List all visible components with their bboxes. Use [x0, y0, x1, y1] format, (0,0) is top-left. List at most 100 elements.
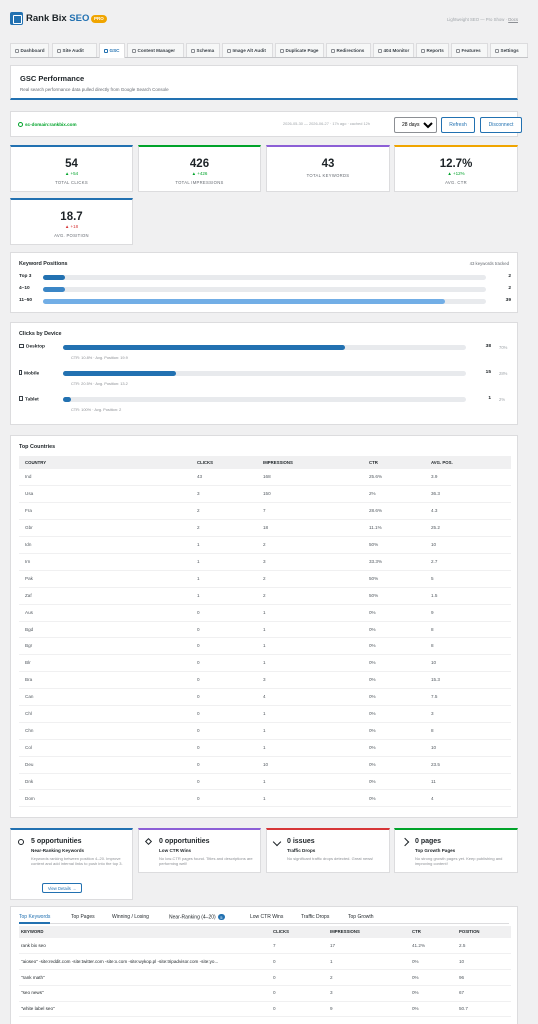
table-cell: 0 [191, 722, 257, 740]
desktop-icon [19, 344, 24, 348]
page: Rank Bix SEO PRO Lightweight SEO — Pro S… [0, 0, 538, 1024]
tab-content-manager[interactable]: Content Manager [127, 43, 184, 57]
table-cell: 0% [363, 654, 425, 673]
tab-image-alt-audit[interactable]: Image Alt Audit [222, 43, 273, 57]
tab-settings[interactable]: Settings [490, 43, 528, 57]
device-label: Tablet [19, 396, 39, 403]
count-badge: 5 [217, 914, 225, 920]
table-cell: Zaf [19, 587, 191, 605]
tab-near-ranking[interactable]: Near-Ranking (4–20) 5 [169, 914, 225, 924]
col-ctr[interactable]: CTR [410, 926, 457, 938]
table-cell: 0% [363, 604, 425, 622]
device-bar [63, 371, 176, 376]
table-cell: 0% [410, 969, 457, 986]
col-avg-pos[interactable]: AVG. POS. [425, 456, 511, 469]
table-row: "white label seo" 0 9 0% 50.7 [19, 1001, 511, 1018]
table-cell: 2 [191, 502, 257, 521]
tab-top-keywords[interactable]: Top Keywords [19, 914, 51, 924]
table-row: Blr 0 1 0% 10 [19, 654, 511, 673]
opportunity-growth-pages: 0 pages Top Growth Pages No strong growt… [394, 828, 518, 873]
col-clicks[interactable]: CLICKS [191, 456, 257, 469]
table-cell: 0 [191, 637, 257, 656]
col-ctr[interactable]: CTR [363, 456, 425, 469]
table-cell: 17 [328, 938, 410, 955]
tab-duplicate-page[interactable]: Duplicate Page [275, 43, 324, 57]
table-cell: 50% [363, 587, 425, 605]
opp-desc: No low-CTR pages found. Titles and descr… [159, 856, 253, 867]
table-cell: 10 [425, 536, 511, 554]
refresh-button[interactable]: Refresh [441, 117, 475, 133]
table-cell: 168 [257, 469, 363, 487]
version-text: Lightweight SEO — Pro Show [447, 17, 505, 22]
tab-label: Near-Ranking (4–20) [169, 914, 216, 921]
table-cell: 10 [425, 739, 511, 757]
device-bar [63, 345, 346, 350]
opp-subtitle: Low CTR Wins [159, 848, 192, 853]
table-cell: 0 [271, 985, 328, 1002]
tab-top-growth[interactable]: Top Growth [348, 914, 374, 924]
col-clicks[interactable]: CLICKS [271, 926, 328, 938]
table-cell: Aus [19, 604, 191, 622]
table-cell: 3 [425, 705, 511, 723]
device-sub: CTR: 100% · Avg. Position: 2 [71, 407, 122, 412]
device-label: Mobile [19, 370, 39, 377]
tab-reports[interactable]: Reports [416, 43, 449, 57]
table-cell: 0% [363, 739, 425, 757]
tab-label: Redirections [336, 48, 365, 53]
col-country[interactable]: COUNTRY [19, 456, 191, 469]
table-cell: 15.3 [425, 671, 511, 690]
tab-traffic-drops[interactable]: Traffic Drops [301, 914, 329, 924]
col-keyword[interactable]: KEYWORD [19, 926, 271, 938]
table-cell: 1 [257, 604, 363, 622]
table-row: Chl 0 1 0% 3 [19, 705, 511, 723]
period-select[interactable]: 7 days28 days90 days [394, 117, 437, 133]
table-row: Can 0 4 0% 7.5 [19, 688, 511, 706]
table-cell: Chl [19, 705, 191, 723]
device-name: Tablet [25, 397, 39, 403]
table-cell: "aioseo" -site:reddit.com -site:twitter.… [19, 953, 271, 971]
tab-features[interactable]: Features [451, 43, 488, 57]
table-cell: 3.9 [425, 469, 511, 487]
tab-schema[interactable]: Schema [186, 43, 220, 57]
table-cell: Chn [19, 722, 191, 740]
opp-title: 0 opportunities [159, 838, 210, 845]
tab-404-monitor[interactable]: 404 Monitor [373, 43, 414, 57]
table-cell: 5 [425, 570, 511, 588]
table-row: Idn 1 2 50% 10 [19, 536, 511, 554]
stat-label: AVG. CTR [445, 180, 467, 185]
tab-dashboard[interactable]: Dashboard [10, 43, 49, 57]
col-impressions[interactable]: IMPRESSIONS [328, 926, 410, 938]
position-track [43, 287, 486, 292]
col-position[interactable]: POSITION [457, 926, 511, 938]
device-count: 38 [485, 344, 491, 349]
table-row: Ind 43 168 25.6% 3.9 [19, 469, 511, 487]
table-row: Zaf 1 2 50% 1.5 [19, 587, 511, 605]
table-row: Aus 0 1 0% 9 [19, 604, 511, 622]
view-details-button[interactable]: View Details → [42, 883, 82, 893]
table-cell: 0% [363, 722, 425, 740]
col-impressions[interactable]: IMPRESSIONS [257, 456, 363, 469]
section-title: Keyword Positions [19, 261, 68, 267]
table-cell: 7.5 [425, 688, 511, 706]
table-cell: 0 [271, 969, 328, 986]
keywords-tracked: 43 keywords tracked [469, 261, 509, 266]
table-cell: 0% [363, 789, 425, 808]
table-row: "aioseo" -site:reddit.com -site:twitter.… [19, 953, 511, 971]
tab-top-pages[interactable]: Top Pages [71, 914, 95, 924]
tab-redirections[interactable]: Redirections [326, 43, 371, 57]
table-cell: 11 [425, 773, 511, 791]
disconnect-button[interactable]: Disconnect [480, 117, 522, 133]
tab-label: Image Alt Audit [232, 48, 266, 53]
table-cell: 1 [257, 654, 363, 673]
table-cell: Can [19, 688, 191, 706]
docs-link[interactable]: Docs [508, 17, 518, 22]
position-count: 39 [505, 298, 511, 303]
audit-icon [57, 48, 61, 53]
opp-title: 0 pages [415, 838, 442, 845]
tab-low-ctr[interactable]: Low CTR Wins [250, 914, 283, 924]
tab-gsc[interactable]: GSC [99, 43, 125, 58]
pro-badge: PRO [91, 15, 107, 23]
tab-winning-losing[interactable]: Winning / Losing [112, 914, 149, 924]
table-cell: rank bix seo [19, 938, 271, 955]
tab-site-audit[interactable]: Site Audit [52, 43, 97, 57]
